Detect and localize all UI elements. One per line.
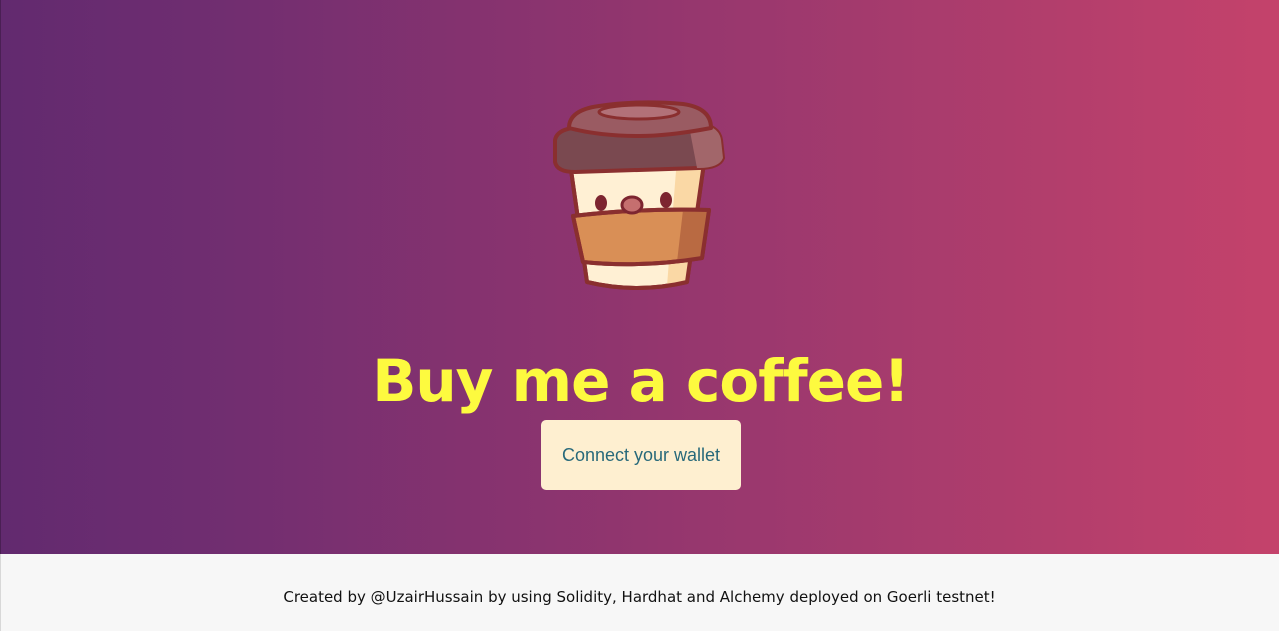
coffee-cup-mascot-icon (553, 100, 725, 290)
hero-section: Buy me a coffee! Connect your wallet (0, 0, 1279, 554)
connect-wallet-button[interactable]: Connect your wallet (541, 420, 741, 490)
footer-credits-text: Created by @UzairHussain by using Solidi… (283, 588, 996, 606)
page: Buy me a coffee! Connect your wallet Cre… (0, 0, 1279, 631)
page-title: Buy me a coffee! (372, 347, 910, 415)
